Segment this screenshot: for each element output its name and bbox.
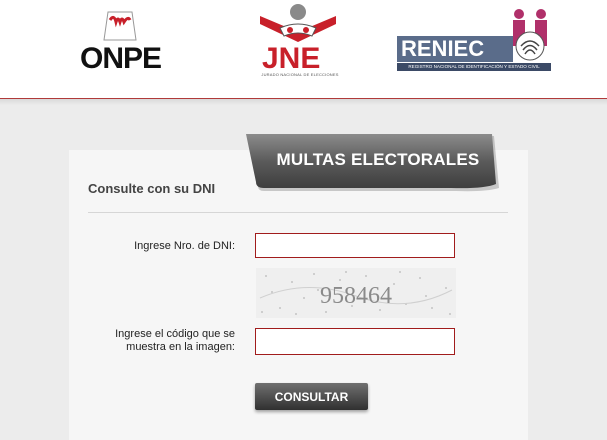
- card-title: Consulte con su DNI: [88, 181, 216, 196]
- dni-label: Ingrese Nro. de DNI:: [134, 240, 235, 252]
- jne-subtitle: JURADO NACIONAL DE ELECCIONES: [261, 72, 339, 77]
- reniec-subtitle: REGISTRO NACIONAL DE IDENTIFICACIÓN Y ES…: [397, 63, 551, 71]
- reniec-family-icon: [513, 9, 547, 61]
- reniec-logo: RENIEC REGISTRO NACIONAL DE IDENTIFICACI…: [397, 8, 555, 72]
- code-label-line1: Ingrese el código que se: [115, 328, 235, 340]
- header-shadow: [0, 99, 607, 105]
- captcha-image: 958464: [256, 268, 456, 318]
- captcha-code-input[interactable]: [255, 328, 455, 355]
- header-bar: ONPE JNE JURADO NACIONAL DE ELECCIONES R…: [0, 0, 607, 99]
- jne-wordmark: JNE: [262, 42, 321, 75]
- reniec-wordmark: RENIEC: [401, 36, 485, 61]
- code-label-line2: muestra en la imagen:: [126, 341, 235, 353]
- onpe-ballot-icon: [103, 11, 137, 41]
- dni-input[interactable]: [255, 233, 455, 258]
- code-label: Ingrese el código que se muestra en la i…: [115, 328, 235, 354]
- captcha-text: 958464: [320, 283, 392, 309]
- jne-emblem-icon: [260, 4, 336, 42]
- card-divider: [88, 212, 508, 213]
- multas-tab-label: MULTAS ELECTORALES: [276, 150, 480, 169]
- jne-logo: JNE JURADO NACIONAL DE ELECCIONES: [252, 2, 344, 80]
- onpe-logo: ONPE: [80, 8, 170, 75]
- onpe-wordmark: ONPE: [80, 42, 162, 75]
- consultar-button[interactable]: CONSULTAR: [255, 383, 368, 410]
